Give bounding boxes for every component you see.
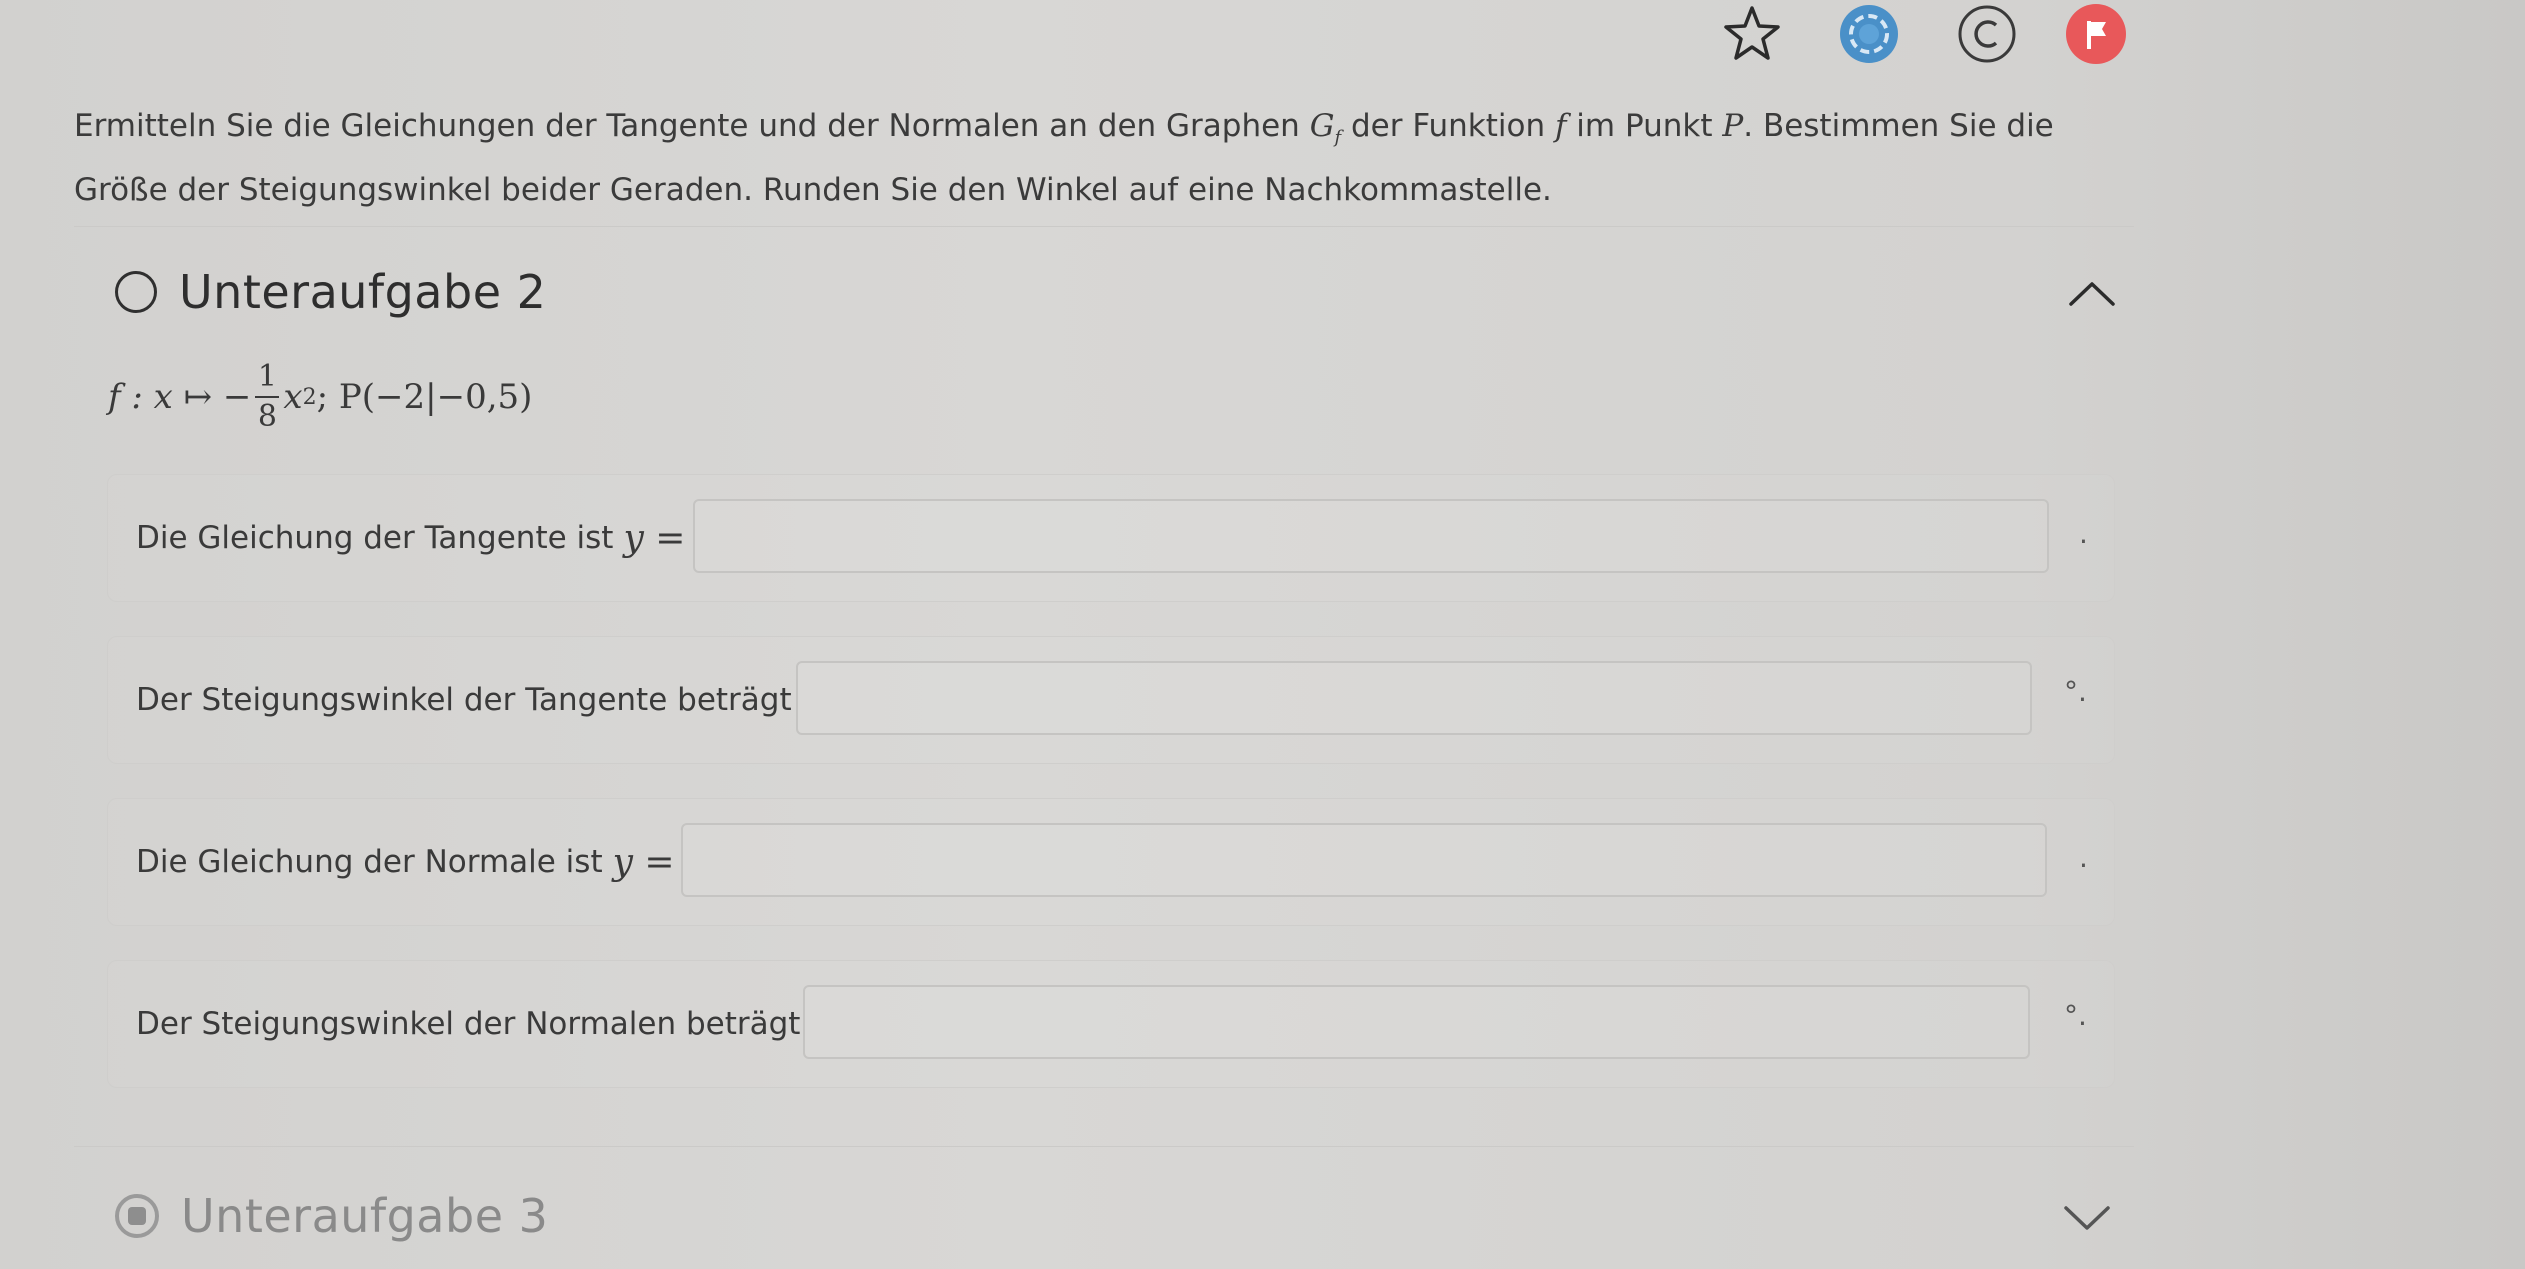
copyright-icon[interactable] <box>1956 3 2018 65</box>
row-tail: °. <box>2064 675 2087 708</box>
function-point: ; P(−2|−0,5) <box>316 377 533 417</box>
task-text-part: im Punkt <box>1566 108 1723 144</box>
row-label: Der Steigungswinkel der Tangente beträgt <box>136 637 792 763</box>
tangent-equation-input[interactable] <box>693 499 2049 573</box>
subtask-3-header[interactable]: Unteraufgabe 3 <box>115 1186 548 1246</box>
answer-row-tangent-angle: Der Steigungswinkel der Tangente beträgt… <box>107 636 2115 764</box>
status-circle-icon <box>115 271 157 313</box>
row-tail: . <box>2079 517 2088 550</box>
chevron-up-icon[interactable] <box>2067 278 2117 308</box>
tangent-angle-input[interactable] <box>796 661 2032 735</box>
row-label: Der Steigungswinkel der Normalen beträgt <box>136 961 800 1087</box>
row-label-text: Die Gleichung der Tangente ist <box>136 520 614 556</box>
row-label-text: Die Gleichung der Normale ist <box>136 844 603 880</box>
answer-row-normal-angle: Der Steigungswinkel der Normalen beträgt… <box>107 960 2115 1088</box>
normal-angle-input[interactable] <box>803 985 2030 1059</box>
star-icon[interactable] <box>1721 3 1783 65</box>
toolbar <box>1710 0 2140 70</box>
globe-icon[interactable] <box>1838 3 1900 65</box>
divider <box>74 1146 2134 1147</box>
row-label: Die Gleichung der Normale ist y = <box>136 799 675 925</box>
answer-row-normal-equation: Die Gleichung der Normale ist y = . <box>107 798 2115 926</box>
row-label-math: y = <box>612 841 675 883</box>
task-text-part: Ermitteln Sie die Gleichungen der Tangen… <box>74 108 1310 144</box>
task-text-part: der Funktion <box>1341 108 1555 144</box>
fraction: 1 8 <box>255 358 280 436</box>
row-tail: . <box>2079 841 2088 874</box>
point-symbol: P <box>1722 108 1744 144</box>
row-label-math: y = <box>623 517 686 559</box>
fraction-numerator: 1 <box>257 359 277 394</box>
subtask-2-header[interactable]: Unteraufgabe 2 <box>115 262 546 322</box>
status-in-progress-icon <box>115 1194 159 1238</box>
chevron-down-icon[interactable] <box>2062 1204 2112 1234</box>
row-label-text: Der Steigungswinkel der Normalen beträgt <box>136 1006 801 1042</box>
function-exponent: 2 <box>302 384 317 410</box>
fraction-denominator: 8 <box>257 399 277 434</box>
function-variable: x <box>283 377 303 417</box>
row-label: Die Gleichung der Tangente ist y = <box>136 475 685 601</box>
graph-symbol: G <box>1309 108 1335 144</box>
function-lhs: f : x ↦ − <box>108 377 252 417</box>
function-definition: f : x ↦ − 1 8 x 2; P(−2|−0,5) <box>108 352 532 442</box>
normal-equation-input[interactable] <box>681 823 2047 897</box>
divider <box>74 226 2134 227</box>
row-label-text: Der Steigungswinkel der Tangente beträgt <box>136 682 792 718</box>
function-symbol: f <box>1554 108 1567 144</box>
subtask-2-title: Unteraufgabe 2 <box>179 265 547 319</box>
task-description: Ermitteln Sie die Gleichungen der Tangen… <box>74 100 2154 216</box>
answer-row-tangent-equation: Die Gleichung der Tangente ist y = . <box>107 474 2115 602</box>
row-tail: °. <box>2064 999 2087 1032</box>
flag-icon[interactable] <box>2065 3 2127 65</box>
page: Ermitteln Sie die Gleichungen der Tangen… <box>0 0 2525 1269</box>
subtask-3-title: Unteraufgabe 3 <box>181 1189 549 1243</box>
